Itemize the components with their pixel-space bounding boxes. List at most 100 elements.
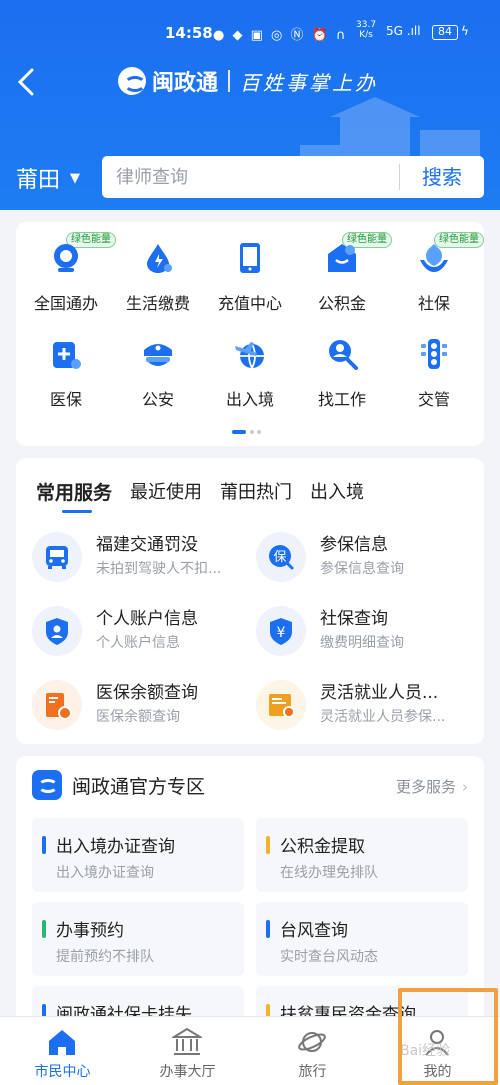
grid-item-label: 交管 (417, 390, 450, 409)
service-subtitle: 缴费明细查询 (320, 635, 404, 651)
nav-label: 旅行 (298, 1064, 327, 1080)
grid-item-label: 社保 (417, 294, 450, 313)
service-tabs: 常用服务 最近使用 莆田热门 出入境 (36, 478, 382, 508)
service-item[interactable]: 医保余额查询 医保余额查询 (16, 676, 236, 736)
tab-indicator (62, 510, 92, 513)
official-zone-title: 闽政通官方专区 (72, 775, 206, 798)
nav-label: 市民中心 (34, 1064, 91, 1080)
building-decoration-icon (300, 97, 480, 165)
water-drop-icon (147, 244, 172, 273)
service-subtitle: 个人账户信息 (96, 635, 180, 651)
signal-icon: 5G .ıll (386, 24, 421, 38)
service-subtitle: 灵活就业人员参保... (320, 709, 446, 725)
official-tile[interactable]: 出入境办证查询 出入境办证查询 (32, 818, 244, 892)
grid-item-utility-payment[interactable]: 生活缴费 (112, 222, 204, 313)
charging-icon: ϟ (461, 24, 469, 38)
search-input[interactable] (116, 164, 386, 190)
grid-item-national-service[interactable]: 绿色能量 全国通办 (20, 222, 116, 313)
svg-text:¥: ¥ (277, 625, 286, 641)
tile-accent-bar (42, 920, 46, 938)
tile-subtitle: 在线办理免排队 (280, 865, 378, 881)
status-time: 14:58 (165, 24, 213, 42)
tab-common-services[interactable]: 常用服务 (36, 478, 112, 508)
grid-item-exit-entry[interactable]: 出入境 (204, 318, 296, 409)
tile-title: 办事预约 (56, 921, 124, 941)
tile-subtitle: 出入境办证查询 (56, 865, 154, 881)
net-speed: 33.7 K/s (356, 20, 376, 40)
service-title: 灵活就业人员... (320, 683, 439, 703)
grid-item-social-security[interactable]: 绿色能量 社保 (388, 222, 484, 313)
tile-accent-bar (266, 836, 270, 854)
official-tile[interactable]: 公积金提取 在线办理免排队 (256, 818, 468, 892)
globe-service-icon (54, 244, 78, 272)
tile-subtitle: 提前预约不排队 (56, 949, 154, 965)
city-selector[interactable]: 莆田 ▼ (16, 162, 80, 194)
grid-item-top-up[interactable]: 充值中心 (204, 222, 296, 313)
government-building-icon (172, 1027, 202, 1055)
official-zone-card: 闽政通官方专区 更多服务 › 出入境办证查询 出入境办证查询 公积金提取 在线办理… (16, 756, 484, 1060)
service-title: 福建交通罚没 (96, 535, 198, 555)
tab-recent[interactable]: 最近使用 (130, 478, 202, 508)
caret-down-icon: ▼ (70, 170, 81, 186)
nav-service-hall[interactable]: 办事大厅 (125, 1017, 250, 1085)
page-dot (257, 430, 261, 434)
service-item[interactable]: 个人账户信息 个人账户信息 (16, 602, 236, 662)
services-card: 常用服务 最近使用 莆田热门 出入境 福建交通罚没 未拍到驾驶人不扣... 保 … (16, 458, 484, 744)
net-speed-value: 33.7 (356, 20, 377, 30)
home-icon (49, 1030, 75, 1055)
shield-hand-icon (420, 244, 448, 272)
official-tile[interactable]: 办事预约 提前预约不排队 (32, 902, 244, 976)
service-title: 个人账户信息 (96, 609, 198, 629)
nav-citizen-center[interactable]: 市民中心 (0, 1017, 125, 1085)
service-item[interactable]: 保 参保信息 参保信息查询 (240, 528, 460, 588)
svg-text:保: 保 (273, 550, 286, 565)
service-item[interactable]: 灵活就业人员... 灵活就业人员参保... (240, 676, 460, 736)
nav-travel[interactable]: 旅行 (250, 1017, 375, 1085)
tile-title: 台风查询 (280, 921, 348, 941)
grid-item-medical-insurance[interactable]: 医保 (20, 318, 112, 409)
official-logo-icon (32, 770, 62, 800)
grid-item-label: 充值中心 (217, 294, 282, 313)
employment-card-icon (256, 680, 306, 730)
service-title: 参保信息 (320, 535, 388, 555)
service-item[interactable]: 福建交通罚没 未拍到驾驶人不扣... (16, 528, 236, 588)
nav-label: 办事大厅 (159, 1064, 216, 1080)
plane-globe-icon (235, 342, 264, 369)
tab-putian-hot[interactable]: 莆田热门 (220, 478, 292, 508)
grid-item-traffic-management[interactable]: 交管 (388, 318, 480, 409)
watermark: Bai经验 (400, 1043, 451, 1059)
back-button[interactable] (14, 64, 44, 100)
service-item[interactable]: ¥ 社保查询 缴费明细查询 (240, 602, 460, 662)
more-services-link[interactable]: 更多服务 › (396, 776, 468, 797)
yen-shield-icon: ¥ (256, 606, 306, 656)
tile-accent-bar (266, 920, 270, 938)
police-cap-icon (144, 344, 172, 366)
search-bar: 搜索 (102, 156, 484, 198)
page-dot-active (232, 430, 246, 434)
grid-item-housing-fund[interactable]: 绿色能量 公积金 (296, 222, 392, 313)
app-name: 闽政通 (152, 71, 219, 96)
grid-item-label: 全国通办 (33, 294, 98, 313)
grid-item-find-job[interactable]: 找工作 (296, 318, 388, 409)
brand-header: 闽政通 百姓事掌上办 (118, 64, 378, 98)
status-bar: 14:58 ● ◆ ▣ ◎ Ⓝ ⏰ ∩ 33.7 K/s 5G .ıll 84 ϟ (0, 0, 500, 50)
grid-item-label: 公积金 (317, 294, 366, 313)
app-logo-icon (118, 67, 146, 95)
chevron-left-icon (17, 68, 34, 96)
service-title: 医保余额查询 (96, 683, 198, 703)
account-shield-icon (32, 606, 82, 656)
notification-icons: ● ◆ ▣ ◎ Ⓝ ⏰ ∩ (213, 28, 348, 43)
official-tile[interactable]: 台风查询 实时查台风动态 (256, 902, 468, 976)
quick-services-card: 绿色能量 全国通办 生活缴费 充值中心 绿色能量 公积金 绿色能量 社保 医保 … (16, 222, 484, 446)
medical-card-icon (32, 680, 82, 730)
tile-title: 公积金提取 (280, 837, 365, 857)
bus-icon (32, 532, 82, 582)
battery-icon: 84 (432, 25, 458, 40)
tab-exit-entry[interactable]: 出入境 (310, 478, 364, 508)
grid-item-public-security[interactable]: 公安 (112, 318, 204, 409)
insurance-badge-icon: 保 (256, 532, 306, 582)
app-slogan: 百姓事掌上办 (240, 70, 379, 95)
service-subtitle: 医保余额查询 (96, 709, 180, 725)
search-button[interactable]: 搜索 (400, 156, 484, 198)
phone-icon (240, 243, 260, 273)
